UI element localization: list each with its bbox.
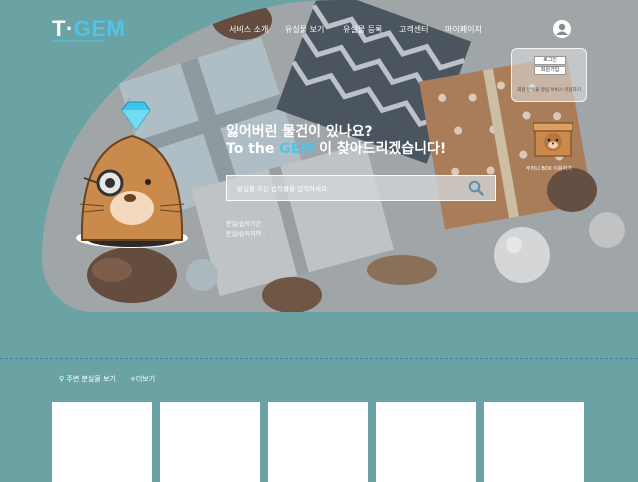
lost-item-card[interactable] bbox=[52, 402, 152, 482]
hero-headline-promise: To the GEM 이 찾아드리겠습니다! bbox=[226, 138, 446, 158]
nav-item-customer-center[interactable]: 고객센터 bbox=[399, 24, 428, 35]
nav-item-service-intro[interactable]: 서비스 소개 bbox=[229, 24, 268, 35]
login-button[interactable]: 로그인 bbox=[534, 56, 566, 65]
user-avatar-icon[interactable] bbox=[553, 20, 571, 38]
search-icon: ⚲ bbox=[59, 375, 65, 383]
logo-prefix: T· bbox=[52, 16, 74, 41]
magnifier-icon[interactable] bbox=[468, 180, 484, 200]
lost-item-card[interactable] bbox=[484, 402, 584, 482]
search-input[interactable] bbox=[235, 181, 459, 197]
nav-item-my-page[interactable]: 마이페이지 bbox=[445, 24, 482, 35]
headline-suffix: 이 찾아드리겠습니다! bbox=[314, 141, 447, 157]
headline-prefix: To the bbox=[226, 141, 280, 157]
signup-button[interactable]: 회원가입 bbox=[534, 66, 566, 75]
lost-item-card[interactable] bbox=[160, 402, 260, 482]
top-header: T·GEM 서비스 소개 유실물 보기 유실물 등록 고객센터 마이페이지 bbox=[0, 0, 638, 50]
nearby-lost-items-link[interactable]: ⚲ 주변 분실물 보기 bbox=[59, 374, 116, 384]
box-promo-caption[interactable]: 주머니 BOX 이용하기 bbox=[526, 165, 572, 172]
section-divider bbox=[0, 358, 638, 359]
logo-gem: GEM bbox=[73, 16, 126, 41]
nearby-title-label: 주변 분실물 보기 bbox=[66, 375, 116, 383]
box-mascot-icon[interactable] bbox=[532, 120, 574, 162]
tgem-logo[interactable]: T·GEM bbox=[52, 16, 125, 42]
lost-item-card[interactable] bbox=[376, 402, 476, 482]
more-link[interactable]: +더보기 bbox=[130, 374, 155, 384]
headline-gem: GEM bbox=[279, 141, 315, 157]
filter-period[interactable]: 분실/습득기간 : bbox=[226, 219, 265, 228]
login-panel: 로그인 회원가입 회원 분실물 알림 서비스 이용하기 bbox=[511, 48, 587, 102]
diamond-icon bbox=[121, 95, 151, 131]
nav-item-register-item[interactable]: 유실물 등록 bbox=[343, 24, 382, 35]
lost-item-card[interactable] bbox=[268, 402, 368, 482]
member-alert-note: 회원 분실물 알림 서비스 이용하기 bbox=[517, 88, 581, 93]
nav-item-lost-items[interactable]: 유실물 보기 bbox=[285, 24, 324, 35]
filter-area[interactable]: 분실/습득지역 : bbox=[226, 229, 265, 238]
mole-mascot bbox=[70, 95, 195, 252]
logo-underline bbox=[52, 40, 104, 42]
search-bar bbox=[226, 175, 496, 201]
